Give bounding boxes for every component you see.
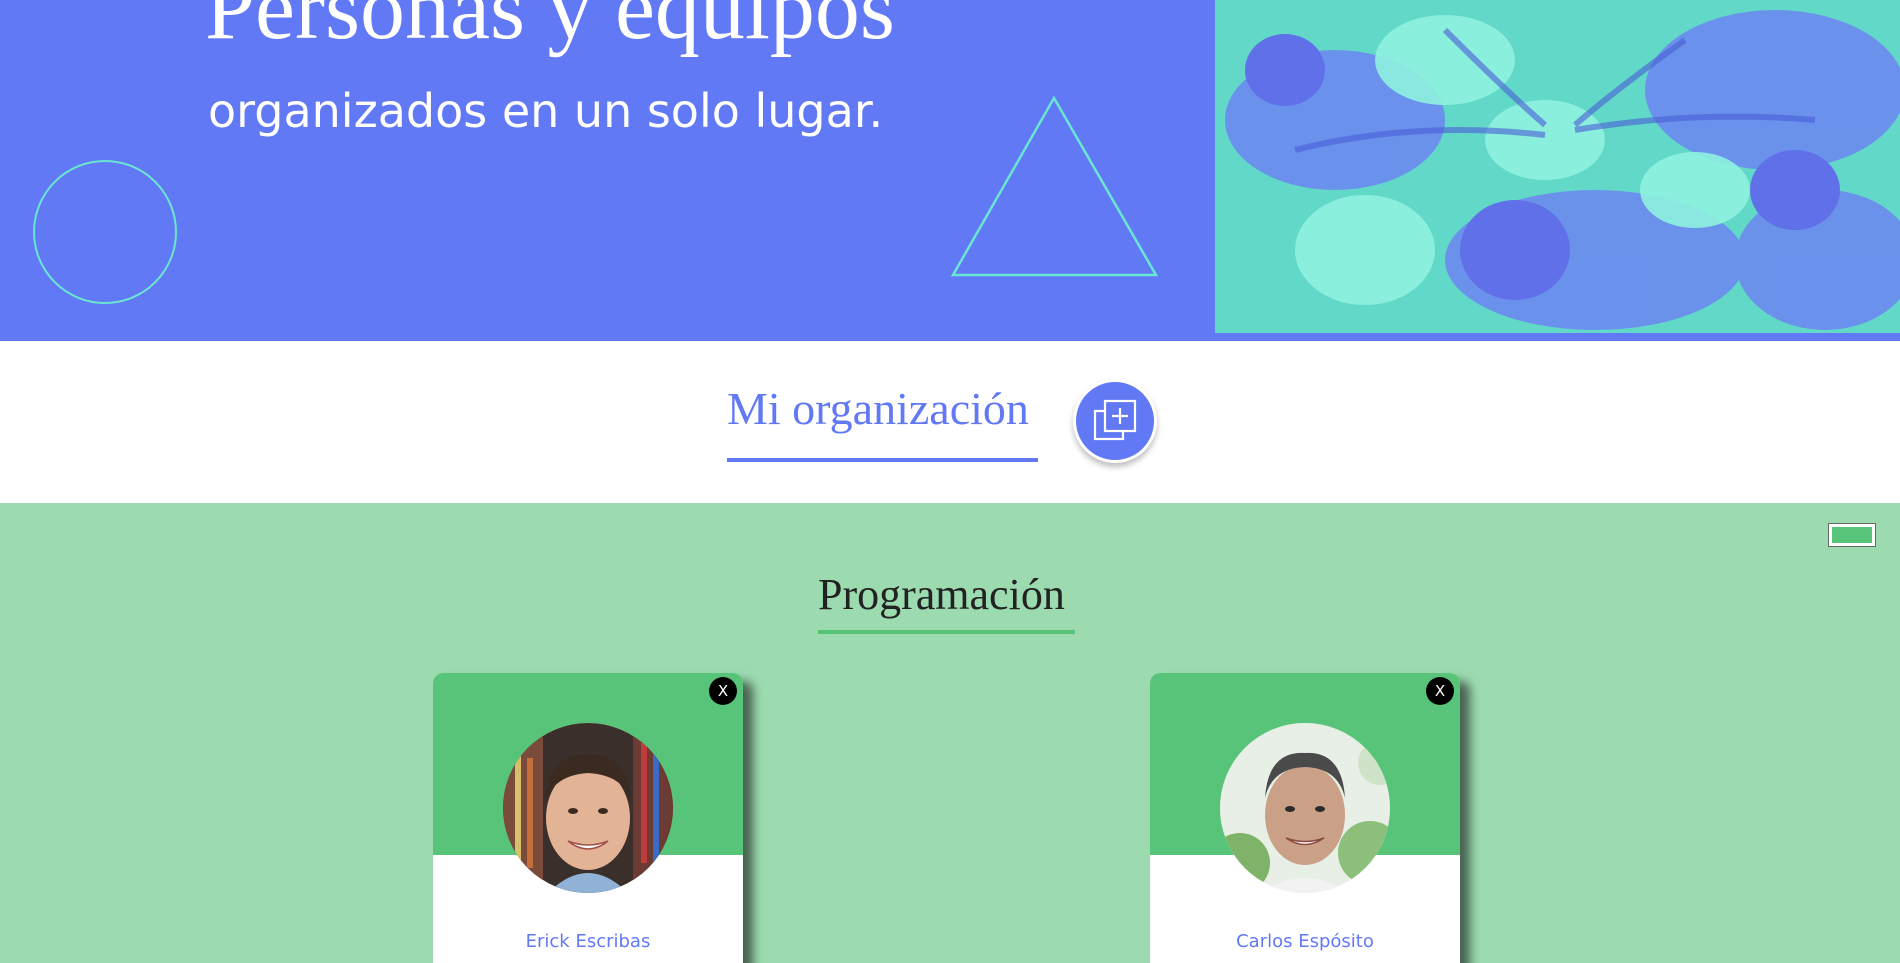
decorative-triangle <box>950 95 1159 277</box>
member-card[interactable]: X Carlos Espósito <box>1150 673 1460 963</box>
team-hands-photo <box>1215 0 1900 333</box>
team-toggle-fill <box>1832 527 1872 543</box>
hero-title: Personas y equipos <box>205 0 895 58</box>
hero-banner: Personas y equipos organizados en un sol… <box>0 0 1900 341</box>
member-card[interactable]: X Erick Escribas <box>433 673 743 963</box>
organization-title-underline <box>727 458 1038 462</box>
organization-header: Mi organización <box>0 341 1900 503</box>
main-content: Personas y equipos organizados en un sol… <box>0 0 1900 963</box>
team-title: Programación <box>818 570 1065 619</box>
add-copy-icon <box>1093 399 1137 441</box>
avatar <box>503 723 673 893</box>
page: Personas y equipos organizados en un sol… <box>0 0 1900 963</box>
team-toggle-button[interactable] <box>1828 523 1876 547</box>
team-hands-illustration <box>1215 0 1900 333</box>
remove-member-button[interactable]: X <box>709 677 737 705</box>
hero-subtitle: organizados en un solo lugar. <box>208 84 884 138</box>
member-name: Carlos Espósito <box>1236 931 1374 952</box>
member-photo <box>1220 723 1390 893</box>
member-photo <box>503 723 673 893</box>
add-team-button[interactable] <box>1073 379 1157 463</box>
team-section: Programación X Erick Escribas X Carlos E… <box>0 503 1900 963</box>
team-title-underline <box>818 630 1075 634</box>
avatar <box>1220 723 1390 893</box>
organization-title: Mi organización <box>727 383 1029 434</box>
remove-member-button[interactable]: X <box>1426 677 1454 705</box>
decorative-circle <box>33 160 177 304</box>
member-name: Erick Escribas <box>525 931 651 952</box>
